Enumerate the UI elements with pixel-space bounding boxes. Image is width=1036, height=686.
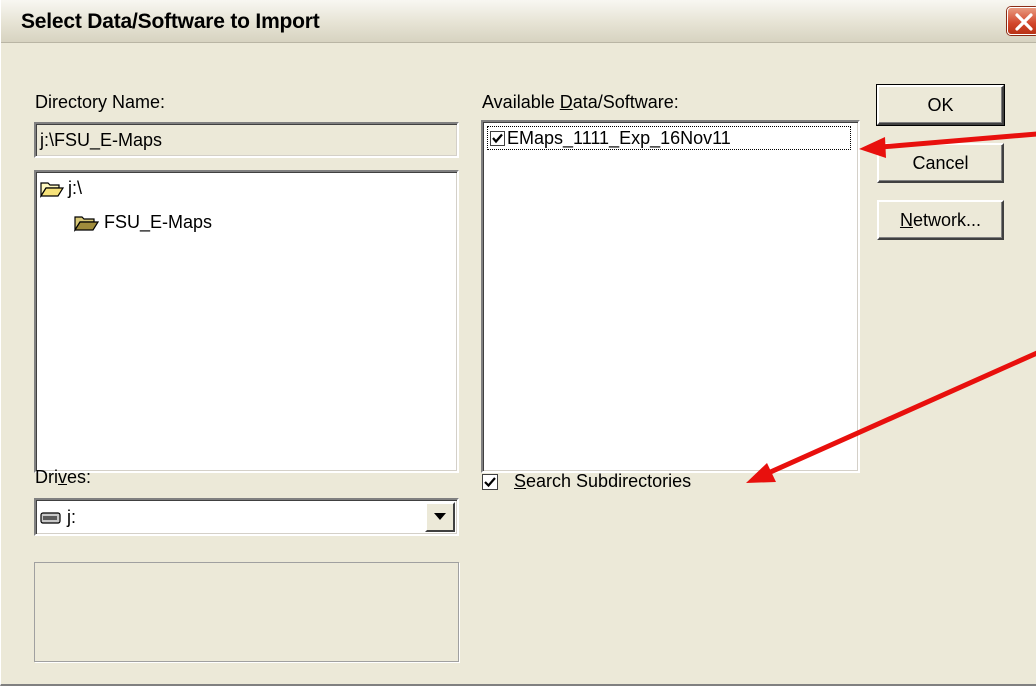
search-subdirectories-checkbox[interactable] xyxy=(482,473,498,490)
close-button[interactable] xyxy=(1007,7,1036,35)
tree-item-label: FSU_E-Maps xyxy=(104,212,213,232)
window-title: Select Data/Software to Import xyxy=(21,10,320,33)
open-folder-icon xyxy=(74,215,100,232)
check-icon xyxy=(484,476,496,487)
drives-selected-value: j: xyxy=(67,507,77,527)
drives-dropdown-button[interactable] xyxy=(425,502,455,532)
search-subdirectories-option[interactable]: Search Subdirectories xyxy=(482,471,691,492)
cancel-button[interactable]: Cancel xyxy=(877,143,1004,183)
title-bar[interactable]: Select Data/Software to Import xyxy=(1,0,1036,43)
directory-tree[interactable]: j:\ FSU_E-Maps xyxy=(34,170,459,473)
drives-combobox[interactable]: j: xyxy=(34,498,459,536)
tree-item-label: j:\ xyxy=(68,178,83,198)
search-subdirectories-label: Search Subdirectories xyxy=(514,471,692,491)
chevron-down-icon xyxy=(434,513,446,520)
tree-item-fsu-e-maps[interactable]: FSU_E-Maps xyxy=(74,212,212,233)
ok-button[interactable]: OK xyxy=(876,84,1005,126)
directory-name-label: Directory Name: xyxy=(35,92,166,112)
tree-item-root[interactable]: j:\ xyxy=(40,178,82,199)
drives-label: Drives: xyxy=(35,467,92,487)
directory-name-value: j:\FSU_E-Maps xyxy=(40,130,163,150)
list-item-label: EMaps_1111_Exp_16Nov11 xyxy=(507,127,731,148)
import-dialog: Select Data/Software to Import Directory… xyxy=(0,0,1036,686)
open-folder-icon xyxy=(40,181,64,198)
close-icon xyxy=(1015,13,1033,31)
list-item[interactable]: EMaps_1111_Exp_16Nov11 xyxy=(487,126,851,150)
network-button[interactable]: Network... xyxy=(877,200,1004,240)
status-panel xyxy=(34,562,459,662)
check-icon xyxy=(492,133,503,143)
drive-icon xyxy=(40,512,61,524)
item-checkbox[interactable] xyxy=(490,130,505,146)
available-data-list[interactable]: EMaps_1111_Exp_16Nov11 xyxy=(481,120,860,473)
directory-name-field: j:\FSU_E-Maps xyxy=(34,122,459,158)
available-data-label: Available Data/Software: xyxy=(482,92,679,112)
